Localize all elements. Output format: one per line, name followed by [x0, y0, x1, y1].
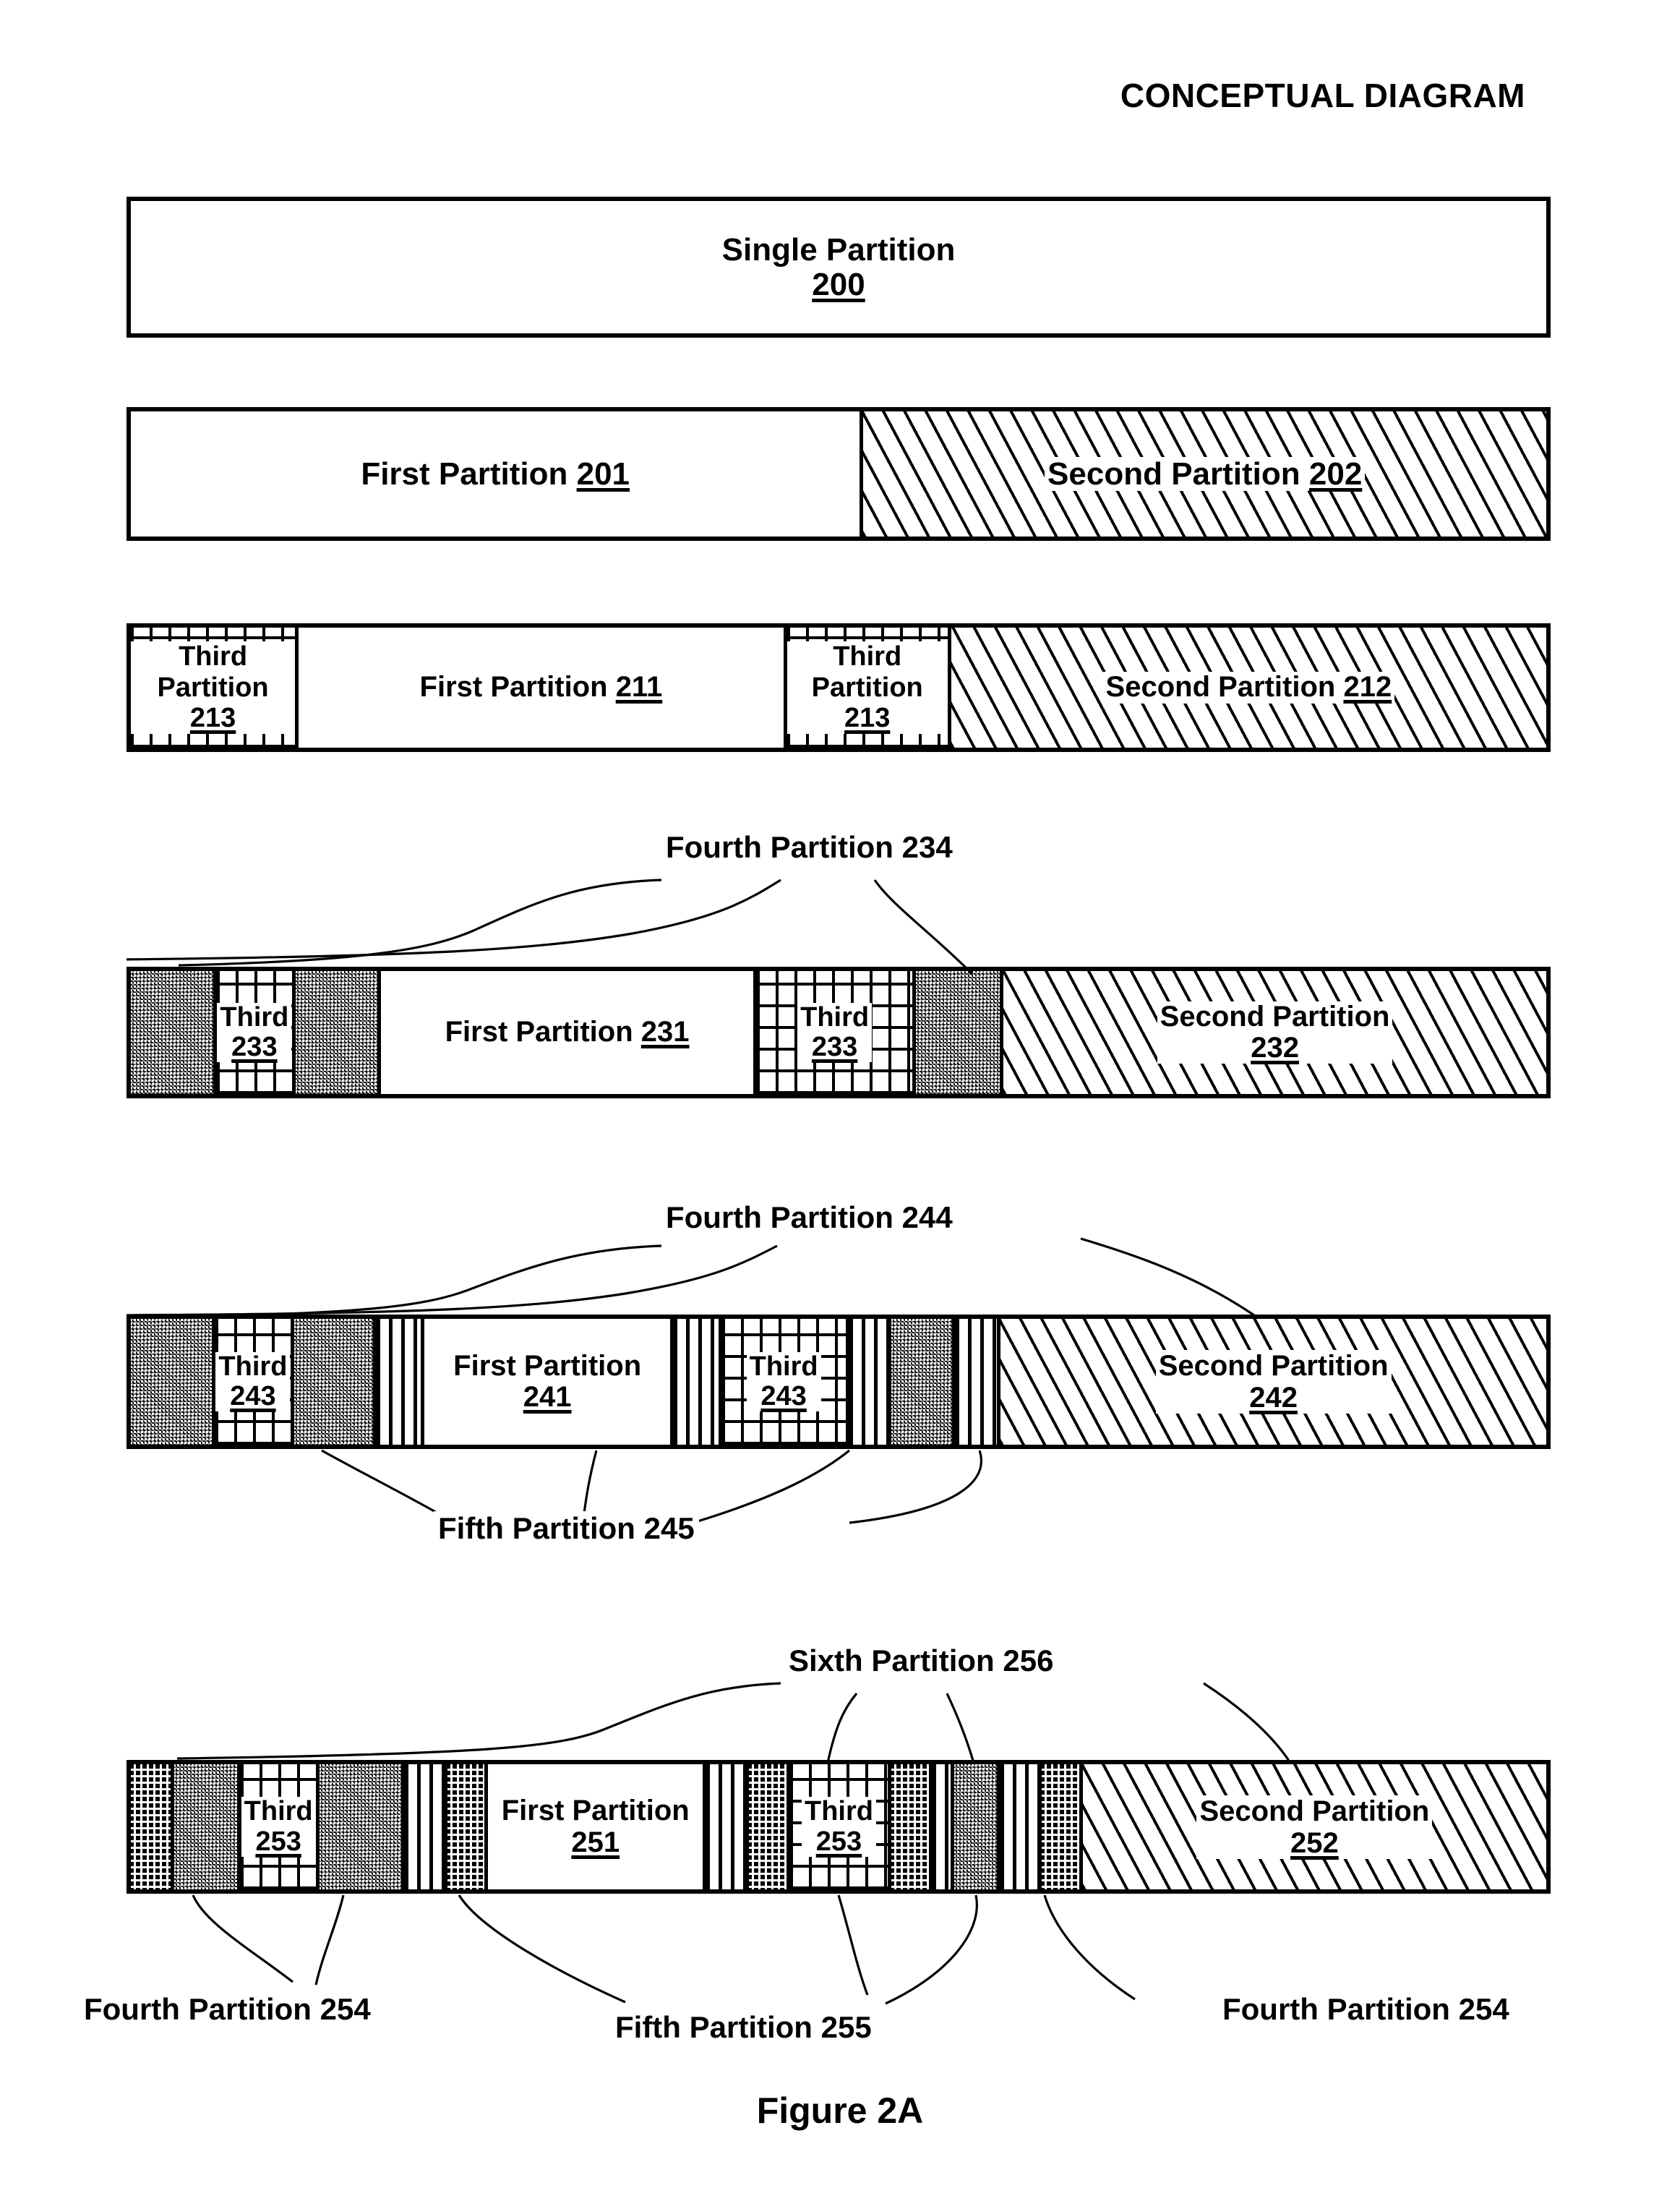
segment-first-partition-241: First Partition 241: [421, 1319, 670, 1445]
segment-fourth-partition-234-b: [292, 971, 377, 1094]
segment-sixth-partition-256-b: [443, 1764, 485, 1889]
segment-second-partition-232: Second Partition 232: [1000, 971, 1546, 1094]
segment-sixth-partition-256-a: [131, 1764, 171, 1889]
segment-second-partition-202: Second Partition 202: [860, 411, 1546, 537]
segment-third-partition-253-a: Third 253: [236, 1764, 317, 1889]
segment-fourth-partition-254-c: [950, 1764, 998, 1889]
segment-second-partition-252: Second Partition 252: [1079, 1764, 1546, 1889]
bar-five-partitions: Third 243 First Partition 241 Third 243 …: [127, 1315, 1551, 1449]
segment-label: Third 233: [797, 1002, 873, 1063]
bar-four-partitions: Third 233 First Partition 231 Third 233 …: [127, 967, 1551, 1098]
callout-fifth-partition-255: Fifth Partition 255: [611, 2010, 876, 2045]
segment-sixth-partition-256-d: [888, 1764, 930, 1889]
segment-fourth-partition-244-b: [291, 1319, 373, 1445]
segment-first-partition-211: First Partition 211: [295, 628, 784, 748]
segment-label: Third Partition 213: [787, 641, 948, 734]
segment-label: First Partition 201: [358, 456, 633, 492]
segment-fifth-partition-245-c: [845, 1319, 888, 1445]
leader-lines-row-five-bottom: [321, 1449, 982, 1524]
segment-label: First Partition 241: [450, 1350, 645, 1414]
segment-second-partition-242: Second Partition 242: [997, 1319, 1546, 1445]
segment-label: First Partition 251: [498, 1795, 693, 1858]
segment-fourth-partition-244-a: [131, 1319, 212, 1445]
segment-second-partition-212: Second Partition 212: [947, 628, 1546, 748]
segment-third-partition-233-a: Third 233: [213, 971, 293, 1094]
segment-fourth-partition-254-a: [170, 1764, 237, 1889]
figure-caption: Figure 2A: [756, 2090, 924, 2131]
segment-label: Third 243: [215, 1351, 291, 1412]
segment-third-partition-243-b: Third 243: [718, 1319, 846, 1445]
segment-label: Second Partition 212: [1102, 672, 1395, 704]
segment-label: Second Partition 242: [1155, 1350, 1392, 1414]
leader-lines-row-six-top: [176, 1682, 1292, 1764]
segment-label: First Partition 211: [416, 672, 666, 704]
callout-fourth-partition-254-right: Fourth Partition 254: [1218, 1992, 1514, 2027]
segment-fifth-partition-245-d: [951, 1319, 998, 1445]
page-title: CONCEPTUAL DIAGRAM: [1120, 77, 1525, 114]
segment-third-partition-243-a: Third 243: [211, 1319, 291, 1445]
segment-single-partition-200: Single Partition 200: [131, 201, 1546, 333]
bar-six-partitions: Third 253 First Partition 251 Third 253 …: [127, 1760, 1551, 1894]
leader-lines-row-four: [127, 879, 974, 975]
callout-fifth-partition-245: Fifth Partition 245: [434, 1511, 699, 1546]
segment-fifth-partition-255-d: [997, 1764, 1038, 1889]
segment-fifth-partition-245-a: [372, 1319, 421, 1445]
segment-label: Second Partition 232: [1157, 1001, 1393, 1064]
segment-label: Second Partition 252: [1196, 1795, 1433, 1859]
segment-label: Third 233: [217, 1002, 292, 1063]
bar-two-partitions: First Partition 201 Second Partition 202: [127, 407, 1551, 541]
segment-sixth-partition-256-c: [745, 1764, 787, 1889]
segment-label: Single Partition 200: [719, 233, 959, 302]
segment-fifth-partition-255-c: [929, 1764, 951, 1889]
segment-sixth-partition-256-e: [1038, 1764, 1079, 1889]
bar-three-partitions: Third Partition 213 First Partition 211 …: [127, 623, 1551, 752]
segment-fourth-partition-254-b: [316, 1764, 401, 1889]
segment-label: Third 253: [241, 1797, 316, 1857]
segment-fifth-partition-255-b: [702, 1764, 745, 1889]
segment-label: Third 253: [801, 1797, 876, 1857]
segment-fourth-partition-234-c: [912, 971, 1000, 1094]
segment-third-partition-253-b: Third 253: [786, 1764, 888, 1889]
segment-label: First Partition 231: [442, 1017, 693, 1048]
segment-fourth-partition-234-a: [131, 971, 213, 1094]
callout-fourth-partition-234: Fourth Partition 234: [661, 830, 957, 865]
callout-sixth-partition-256: Sixth Partition 256: [784, 1644, 1058, 1678]
segment-fourth-partition-244-c: [888, 1319, 952, 1445]
segment-first-partition-201: First Partition 201: [131, 411, 860, 537]
segment-label: Second Partition 202: [1045, 456, 1366, 492]
segment-fifth-partition-255-a: [400, 1764, 444, 1889]
segment-first-partition-251: First Partition 251: [484, 1764, 703, 1889]
callout-fourth-partition-244: Fourth Partition 244: [661, 1200, 957, 1235]
segment-label: Third 243: [746, 1351, 821, 1412]
bar-single-partition: Single Partition 200: [127, 197, 1551, 338]
segment-third-partition-213-right: Third Partition 213: [783, 628, 948, 748]
segment-third-partition-233-b: Third 233: [753, 971, 912, 1094]
segment-first-partition-231: First Partition 231: [377, 971, 754, 1094]
segment-fifth-partition-245-b: [669, 1319, 719, 1445]
leader-lines-row-five-top: [127, 1237, 1255, 1318]
segment-third-partition-213-left: Third Partition 213: [131, 628, 296, 748]
callout-fourth-partition-254-left: Fourth Partition 254: [80, 1992, 375, 2027]
segment-label: Third Partition 213: [131, 641, 296, 734]
